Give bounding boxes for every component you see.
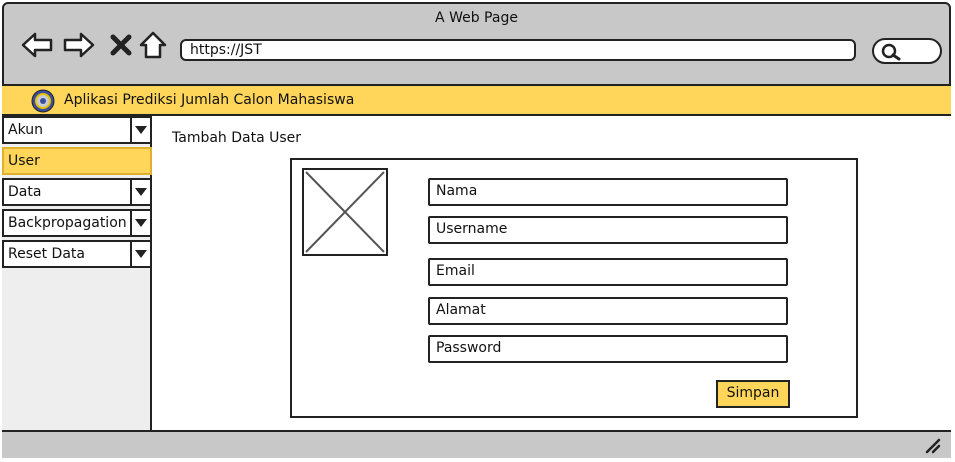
user-photo-placeholder[interactable] — [302, 168, 388, 256]
window-title: A Web Page — [435, 10, 518, 26]
home-icon — [139, 31, 167, 59]
address-field[interactable]: Alamat — [428, 297, 788, 325]
app-title: Aplikasi Prediksi Jumlah Calon Mahasiswa — [64, 92, 355, 108]
main-content: Tambah Data User Nama Username Email Ala… — [152, 116, 951, 430]
university-logo-icon — [31, 89, 55, 113]
browser-search-box[interactable] — [872, 38, 942, 64]
browser-status-bar — [2, 430, 951, 458]
close-icon — [110, 34, 132, 56]
home-button[interactable] — [136, 30, 170, 60]
sidebar-item-reset-data[interactable]: Reset Data — [2, 240, 152, 268]
email-field[interactable]: Email — [428, 258, 788, 286]
address-field-placeholder: Alamat — [436, 302, 486, 318]
sidebar-item-akun[interactable]: Akun — [2, 116, 152, 144]
search-icon — [881, 43, 901, 61]
sidebar-item-data[interactable]: Data — [2, 178, 152, 206]
name-field-placeholder: Nama — [436, 183, 478, 199]
add-user-form: Nama Username Email Alamat Password Simp… — [290, 158, 858, 418]
sidebar-item-backpropagation[interactable]: Backpropagation — [2, 209, 152, 237]
chevron-down-icon[interactable] — [130, 116, 150, 144]
sidebar-item-label: Reset Data — [8, 246, 85, 262]
chevron-down-icon[interactable] — [130, 178, 150, 206]
sidebar-item-label: Data — [8, 184, 42, 200]
image-placeholder-icon — [305, 171, 385, 253]
email-field-placeholder: Email — [436, 263, 475, 279]
forward-button[interactable] — [62, 30, 96, 60]
back-arrow-icon — [21, 32, 53, 58]
username-field-placeholder: Username — [436, 221, 508, 237]
page-title: Tambah Data User — [172, 130, 302, 146]
sidebar-item-label: User — [8, 153, 40, 169]
app-header: Aplikasi Prediksi Jumlah Calon Mahasiswa — [2, 84, 951, 116]
address-bar[interactable]: https://JST — [180, 39, 856, 61]
password-field-placeholder: Password — [436, 340, 502, 356]
chevron-down-icon[interactable] — [130, 240, 150, 268]
chevron-down-icon[interactable] — [130, 209, 150, 237]
password-field[interactable]: Password — [428, 335, 788, 363]
back-button[interactable] — [20, 30, 54, 60]
save-button[interactable]: Simpan — [716, 380, 790, 408]
sidebar: Akun User Data Backpropagation Reset Dat… — [2, 116, 152, 430]
sidebar-item-label: Backpropagation — [8, 215, 127, 231]
sidebar-item-user[interactable]: User — [2, 147, 152, 175]
forward-arrow-icon — [63, 32, 95, 58]
resize-handle-icon[interactable] — [925, 438, 941, 454]
username-field[interactable]: Username — [428, 216, 788, 244]
name-field[interactable]: Nama — [428, 178, 788, 206]
url-text: https://JST — [190, 42, 262, 58]
sidebar-item-label: Akun — [8, 122, 43, 138]
stop-button[interactable] — [104, 30, 138, 60]
